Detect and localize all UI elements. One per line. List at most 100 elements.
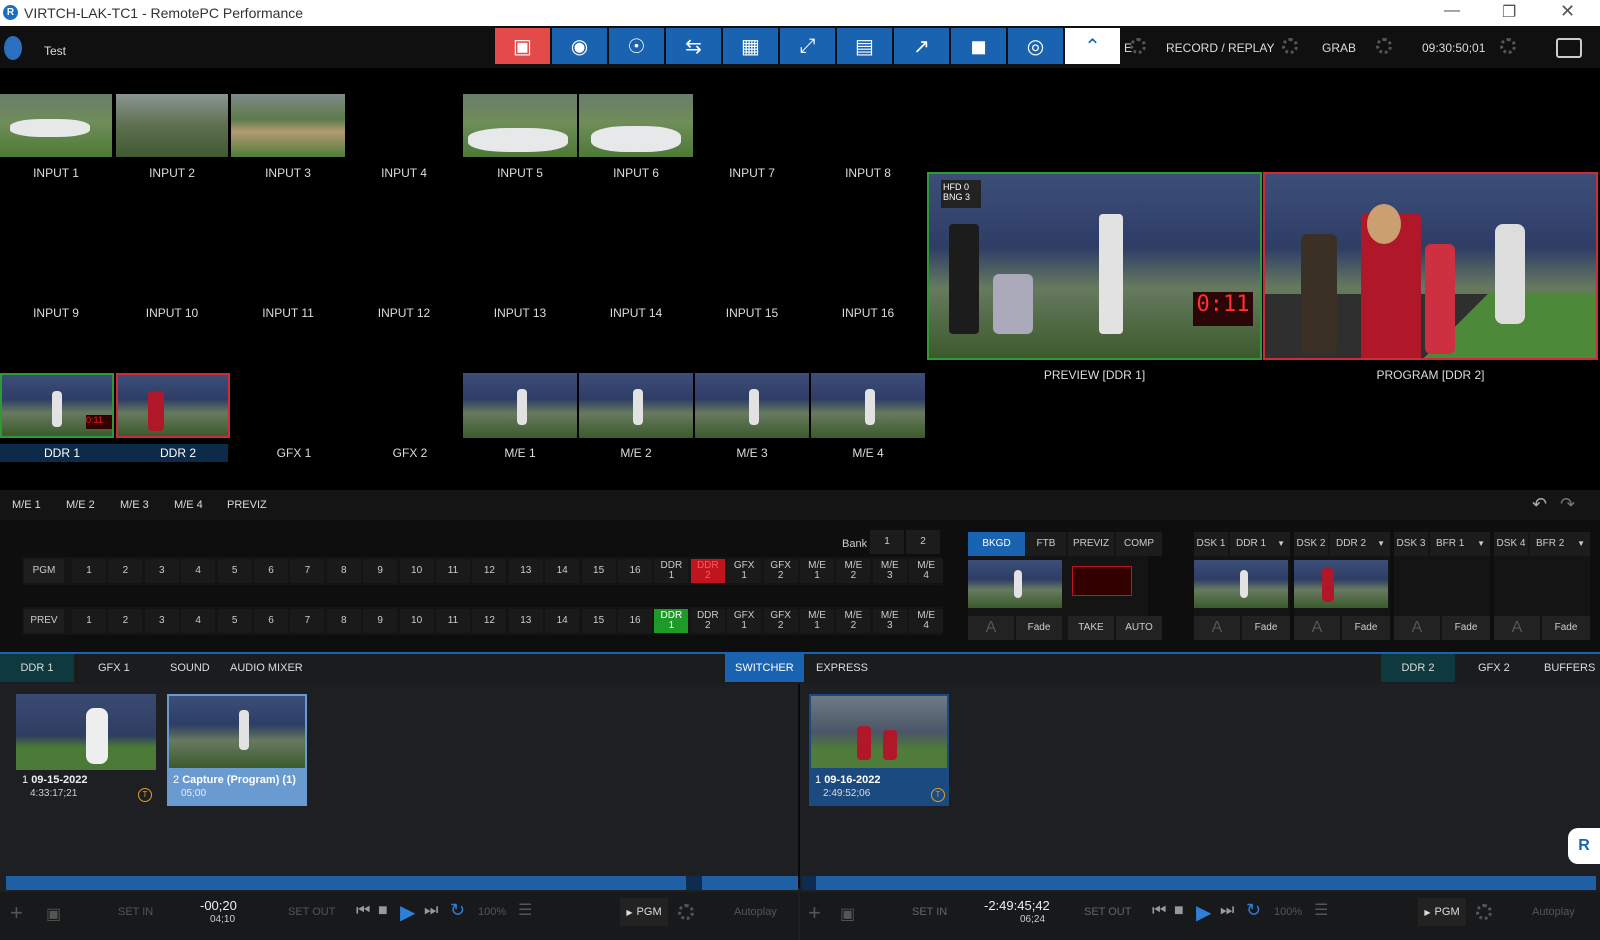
scrub-bar-left[interactable] bbox=[6, 876, 798, 890]
bank-2-button[interactable]: 2 bbox=[906, 530, 940, 554]
set-out-button[interactable]: SET OUT bbox=[1084, 906, 1131, 918]
restore-icon[interactable]: ❐ bbox=[1502, 2, 1516, 22]
me-2-thumbnail[interactable] bbox=[579, 373, 693, 438]
me-3-label[interactable]: M/E 3 bbox=[696, 446, 808, 460]
input-2-thumbnail[interactable] bbox=[116, 94, 228, 157]
prev-source-button[interactable]: GFX 2 bbox=[763, 609, 798, 633]
tab-me-4[interactable]: M/E 4 bbox=[174, 499, 203, 511]
autoplay-toggle[interactable]: Autoplay bbox=[734, 906, 777, 918]
pgm-source-button[interactable]: GFX 1 bbox=[727, 559, 762, 583]
tab-buffers[interactable]: BUFFERS bbox=[1534, 654, 1600, 682]
stop-icon[interactable]: ■ bbox=[1174, 902, 1184, 920]
tab-ddr-1[interactable]: DDR 1 bbox=[0, 654, 74, 682]
disconnect-icon[interactable]: ▣ bbox=[495, 28, 550, 64]
close-icon[interactable]: ✕ bbox=[1560, 1, 1575, 22]
fullscreen-icon[interactable]: ⤢ bbox=[780, 28, 835, 64]
pgm-source-button[interactable]: GFX 2 bbox=[763, 559, 798, 583]
pgm-source-button[interactable]: 8 bbox=[326, 559, 361, 583]
pgm-source-button[interactable]: 15 bbox=[581, 559, 616, 583]
autoplay-toggle[interactable]: Autoplay bbox=[1532, 906, 1575, 918]
transition-icon[interactable]: A bbox=[1394, 616, 1440, 640]
speed-readout[interactable]: 100% bbox=[478, 906, 506, 918]
fade-button[interactable]: Fade bbox=[1342, 616, 1390, 640]
pgm-source-button[interactable]: M/E 3 bbox=[872, 559, 907, 583]
gear-icon[interactable] bbox=[678, 904, 694, 920]
sticky-note-icon[interactable]: ◼ bbox=[951, 28, 1006, 64]
pgm-source-button[interactable]: DDR 2 bbox=[690, 559, 725, 583]
swap-icon[interactable]: ⇆ bbox=[666, 28, 721, 64]
play-icon[interactable]: ▶ bbox=[1196, 900, 1211, 925]
redo-icon[interactable]: ↷ bbox=[1560, 494, 1575, 515]
pgm-source-button[interactable]: M/E 1 bbox=[800, 559, 834, 583]
pgm-source-button[interactable]: 9 bbox=[363, 559, 398, 583]
transition-icon[interactable]: A bbox=[1294, 616, 1340, 640]
tab-ddr-2[interactable]: DDR 2 bbox=[1381, 654, 1455, 682]
gear-icon[interactable] bbox=[1376, 38, 1392, 54]
dsk-source-select[interactable]: DDR 1 ▼ bbox=[1230, 532, 1290, 556]
set-in-button[interactable]: SET IN bbox=[118, 906, 153, 918]
prev-source-button[interactable]: 11 bbox=[436, 609, 470, 633]
transition-icon[interactable]: A bbox=[968, 616, 1014, 640]
prev-source-button[interactable]: 4 bbox=[181, 609, 216, 633]
tab-comp[interactable]: COMP bbox=[1116, 532, 1162, 556]
set-in-button[interactable]: SET IN bbox=[912, 906, 947, 918]
pgm-source-button[interactable]: M/E 4 bbox=[909, 559, 944, 583]
tab-previz[interactable]: PREVIZ bbox=[1068, 532, 1114, 556]
gear-icon[interactable] bbox=[1476, 904, 1492, 920]
speed-readout[interactable]: 100% bbox=[1274, 906, 1302, 918]
pgm-source-button[interactable]: 1 bbox=[72, 559, 106, 583]
tab-me-2[interactable]: M/E 2 bbox=[66, 499, 95, 511]
previous-icon[interactable]: ⏮ bbox=[356, 902, 370, 920]
prev-source-button[interactable]: 7 bbox=[290, 609, 325, 633]
stop-icon[interactable]: ■ bbox=[378, 902, 388, 920]
gear-icon[interactable] bbox=[1282, 38, 1298, 54]
prev-source-button[interactable]: 10 bbox=[399, 609, 434, 633]
speed-dial-icon[interactable]: ☉ bbox=[609, 28, 664, 64]
undo-icon[interactable]: ↶ bbox=[1532, 494, 1547, 515]
me-2-label[interactable]: M/E 2 bbox=[580, 446, 692, 460]
take-button[interactable]: TAKE bbox=[1068, 616, 1114, 640]
input-6-thumbnail[interactable] bbox=[579, 94, 693, 157]
dsk-label[interactable]: DSK 1 bbox=[1194, 532, 1228, 556]
scrub-bar-right[interactable] bbox=[802, 876, 1596, 890]
pgm-source-button[interactable]: 13 bbox=[508, 559, 543, 583]
pgm-source-button[interactable]: M/E 2 bbox=[836, 559, 871, 583]
me-3-thumbnail[interactable] bbox=[695, 373, 809, 438]
transition-icon[interactable]: A bbox=[1494, 616, 1540, 640]
stats-graph-icon[interactable]: ↗ bbox=[894, 28, 949, 64]
eye-icon[interactable]: ◉ bbox=[552, 28, 607, 64]
prev-source-button[interactable]: M/E 1 bbox=[800, 609, 834, 633]
prev-source-button[interactable]: M/E 4 bbox=[909, 609, 944, 633]
pgm-source-button[interactable]: 11 bbox=[436, 559, 470, 583]
input-5-thumbnail[interactable] bbox=[463, 94, 577, 157]
prev-source-button[interactable]: M/E 3 bbox=[872, 609, 907, 633]
add-icon[interactable]: + bbox=[808, 900, 821, 926]
prev-source-button[interactable]: GFX 1 bbox=[727, 609, 762, 633]
tab-switcher[interactable]: SWITCHER bbox=[725, 654, 804, 682]
list-icon[interactable]: ☰ bbox=[1314, 900, 1328, 920]
dsk-source-select[interactable]: BFR 2 ▼ bbox=[1530, 532, 1590, 556]
prev-source-button[interactable]: 12 bbox=[472, 609, 507, 633]
pgm-row-label[interactable]: PGM bbox=[24, 559, 64, 583]
previous-icon[interactable]: ⏮ bbox=[1152, 902, 1166, 920]
tab-me-1[interactable]: M/E 1 bbox=[12, 499, 41, 511]
prev-source-button[interactable]: DDR 1 bbox=[654, 609, 689, 633]
tab-ftb[interactable]: FTB bbox=[1026, 532, 1066, 556]
loop-icon[interactable]: ↻ bbox=[1246, 900, 1261, 921]
list-icon[interactable]: ☰ bbox=[518, 900, 532, 920]
input-3-thumbnail[interactable] bbox=[231, 94, 345, 157]
pgm-source-button[interactable]: 7 bbox=[290, 559, 325, 583]
clip-card[interactable]: 1 09-16-2022 2:49:52;06 T bbox=[809, 694, 949, 806]
ddr-2-label[interactable]: DDR 2 bbox=[122, 446, 234, 460]
dsk-label[interactable]: DSK 3 bbox=[1394, 532, 1428, 556]
prev-source-button[interactable]: 9 bbox=[363, 609, 398, 633]
tab-audio-mixer[interactable]: AUDIO MIXER bbox=[220, 654, 313, 682]
fade-button[interactable]: Fade bbox=[1442, 616, 1490, 640]
fade-button[interactable]: Fade bbox=[1242, 616, 1290, 640]
dsk-source-select[interactable]: DDR 2 ▼ bbox=[1330, 532, 1390, 556]
bank-1-button[interactable]: 1 bbox=[870, 530, 904, 554]
prev-source-button[interactable]: 15 bbox=[581, 609, 616, 633]
prev-source-button[interactable]: 16 bbox=[618, 609, 652, 633]
tab-gfx-1[interactable]: GFX 1 bbox=[88, 654, 140, 682]
clip-card[interactable]: 1 09-15-2022 4:33:17;21 T bbox=[16, 694, 156, 806]
